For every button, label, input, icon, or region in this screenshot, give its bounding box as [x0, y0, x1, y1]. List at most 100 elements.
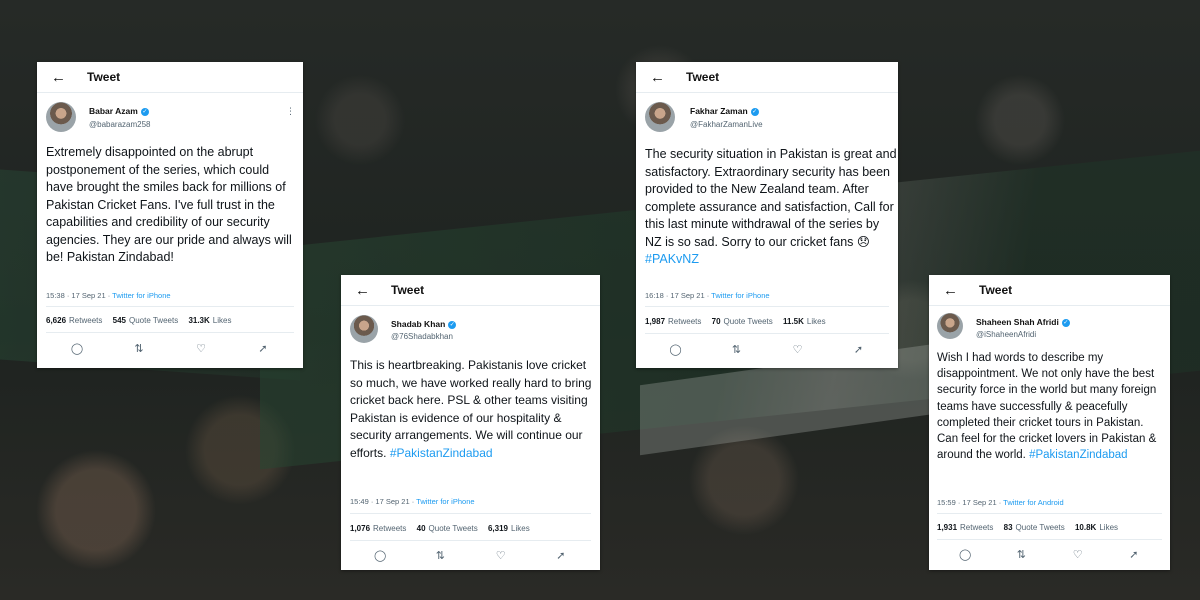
divider [929, 305, 1170, 306]
header-title: Tweet [87, 70, 121, 84]
like-icon[interactable]: ♡ [1068, 548, 1088, 561]
reply-icon[interactable]: ◯ [955, 548, 975, 561]
retweet-count: 1,076 [350, 524, 371, 533]
avatar[interactable] [937, 313, 963, 339]
source-link[interactable]: Twitter for iPhone [416, 497, 474, 506]
like-count: 31.3K [188, 316, 210, 325]
hashtag-link[interactable]: #PakistanZindabad [390, 446, 493, 460]
retweet-count: 1,987 [645, 317, 666, 326]
tweet-stats: 1,076 Retweets 40 Quote Tweets 6,319 Likes [350, 524, 530, 533]
quotes-label[interactable]: Quote Tweets [129, 316, 178, 325]
tweet-text: Wish I had words to describe my disappoi… [937, 352, 1157, 462]
reply-icon[interactable]: ◯ [67, 342, 87, 355]
arrow-left-icon[interactable]: ← [355, 282, 370, 299]
retweet-count: 6,626 [46, 316, 67, 325]
tweet-card-shadab: ← Tweet Shadab Khan ✓ @76Shadabkhan This … [341, 275, 600, 570]
likes-label[interactable]: Likes [213, 316, 232, 325]
quotes-label[interactable]: Quote Tweets [1016, 523, 1065, 532]
share-icon[interactable]: ➚ [849, 343, 869, 356]
tweet-meta: 16:18 · 17 Sep 21 · Twitter for iPhone [645, 291, 770, 300]
retweet-icon[interactable]: ⇅ [129, 342, 149, 355]
header-title: Tweet [391, 283, 425, 297]
like-icon[interactable]: ♡ [491, 549, 511, 562]
action-bar: ◯ ⇅ ♡ ➚ [937, 548, 1162, 561]
retweet-count: 1,931 [937, 523, 958, 532]
likes-label[interactable]: Likes [1099, 523, 1118, 532]
tweet-meta: 15:38 · 17 Sep 21 · Twitter for iPhone [46, 291, 171, 300]
tweet-card-fakhar: ← Tweet Fakhar Zaman ✓ @FakharZamanLive T… [636, 62, 898, 368]
source-link[interactable]: Twitter for iPhone [711, 291, 769, 300]
tweet-stats: 6,626 Retweets 545 Quote Tweets 31.3K Likes [46, 316, 231, 325]
source-link[interactable]: Twitter for iPhone [112, 291, 170, 300]
arrow-left-icon[interactable]: ← [943, 282, 958, 299]
tweet-text: The security situation in Pakistan is gr… [645, 147, 897, 266]
reply-icon[interactable]: ◯ [370, 549, 390, 562]
author-name[interactable]: Fakhar Zaman ✓ [690, 106, 759, 116]
share-icon[interactable]: ➚ [253, 342, 273, 355]
quote-count: 545 [112, 316, 126, 325]
author-handle[interactable]: @babarazam258 [89, 120, 151, 129]
tweet-stats: 1,987 Retweets 70 Quote Tweets 11.5K Likes [645, 317, 826, 326]
header-title: Tweet [979, 283, 1013, 297]
author-name[interactable]: Shaheen Shah Afridi ✓ [976, 317, 1070, 327]
arrow-left-icon[interactable]: ← [650, 69, 665, 86]
retweet-icon[interactable]: ⇅ [1011, 548, 1031, 561]
avatar[interactable] [46, 102, 76, 132]
share-icon[interactable]: ➚ [551, 549, 571, 562]
avatar[interactable] [645, 102, 675, 132]
quote-count: 70 [711, 317, 721, 326]
tweet-text: This is heartbreaking. Pakistanis love c… [350, 358, 592, 460]
reply-icon[interactable]: ◯ [666, 343, 686, 356]
author-handle[interactable]: @FakharZamanLive [690, 120, 763, 129]
header-title: Tweet [686, 70, 720, 84]
avatar[interactable] [350, 315, 378, 343]
share-icon[interactable]: ➚ [1124, 548, 1144, 561]
retweet-icon[interactable]: ⇅ [430, 549, 450, 562]
arrow-left-icon[interactable]: ← [51, 69, 66, 86]
likes-label[interactable]: Likes [807, 317, 826, 326]
verified-icon: ✓ [140, 108, 149, 116]
tweet-card-babar: ← Tweet Babar Azam ✓ @babarazam258 ⋮ Extr… [37, 62, 303, 368]
divider [46, 332, 294, 333]
tweet-meta: 15:49 · 17 Sep 21 · Twitter for iPhone [350, 497, 475, 506]
divider [350, 540, 591, 541]
author-name[interactable]: Shadab Khan ✓ [391, 319, 457, 329]
retweet-icon[interactable]: ⇅ [727, 343, 747, 356]
author-handle[interactable]: @iShaheenAfridi [976, 330, 1036, 339]
verified-icon: ✓ [750, 108, 759, 116]
author-name[interactable]: Babar Azam ✓ [89, 106, 149, 116]
like-icon[interactable]: ♡ [788, 343, 808, 356]
like-count: 10.8K [1074, 523, 1097, 532]
divider [37, 92, 303, 93]
action-bar: ◯ ⇅ ♡ ➚ [350, 549, 591, 562]
quotes-label[interactable]: Quote Tweets [429, 524, 478, 533]
like-count: 11.5K [782, 317, 804, 326]
more-icon[interactable]: ⋮ [286, 106, 295, 117]
divider [645, 333, 889, 334]
verified-icon: ✓ [448, 321, 457, 329]
quotes-label[interactable]: Quote Tweets [724, 317, 773, 326]
divider [937, 513, 1162, 514]
retweets-label[interactable]: Retweets [668, 317, 701, 326]
action-bar: ◯ ⇅ ♡ ➚ [645, 343, 889, 356]
divider [350, 513, 591, 514]
tweet-meta: 15:59 · 17 Sep 21 · Twitter for Android [937, 498, 1064, 507]
tweet-card-shaheen: ← Tweet Shaheen Shah Afridi ✓ @iShaheenAf… [929, 275, 1170, 570]
retweets-label[interactable]: Retweets [373, 524, 406, 533]
divider [46, 306, 294, 307]
quote-count: 40 [416, 524, 426, 533]
retweets-label[interactable]: Retweets [69, 316, 102, 325]
divider [341, 305, 600, 306]
hashtag-link[interactable]: #PAKvNZ [645, 252, 699, 266]
action-bar: ◯ ⇅ ♡ ➚ [46, 342, 294, 355]
quote-count: 83 [1003, 523, 1013, 532]
likes-label[interactable]: Likes [511, 524, 530, 533]
like-icon[interactable]: ♡ [191, 342, 211, 355]
hashtag-link[interactable]: #PakistanZindabad [1029, 449, 1127, 461]
source-link[interactable]: Twitter for Android [1003, 498, 1063, 507]
author-handle[interactable]: @76Shadabkhan [391, 332, 453, 341]
divider [645, 306, 889, 307]
retweets-label[interactable]: Retweets [960, 523, 993, 532]
tweet-text: Extremely disappointed on the abrupt pos… [46, 145, 292, 264]
tweet-stats: 1,931 Retweets 83 Quote Tweets 10.8K Likes [937, 523, 1118, 532]
